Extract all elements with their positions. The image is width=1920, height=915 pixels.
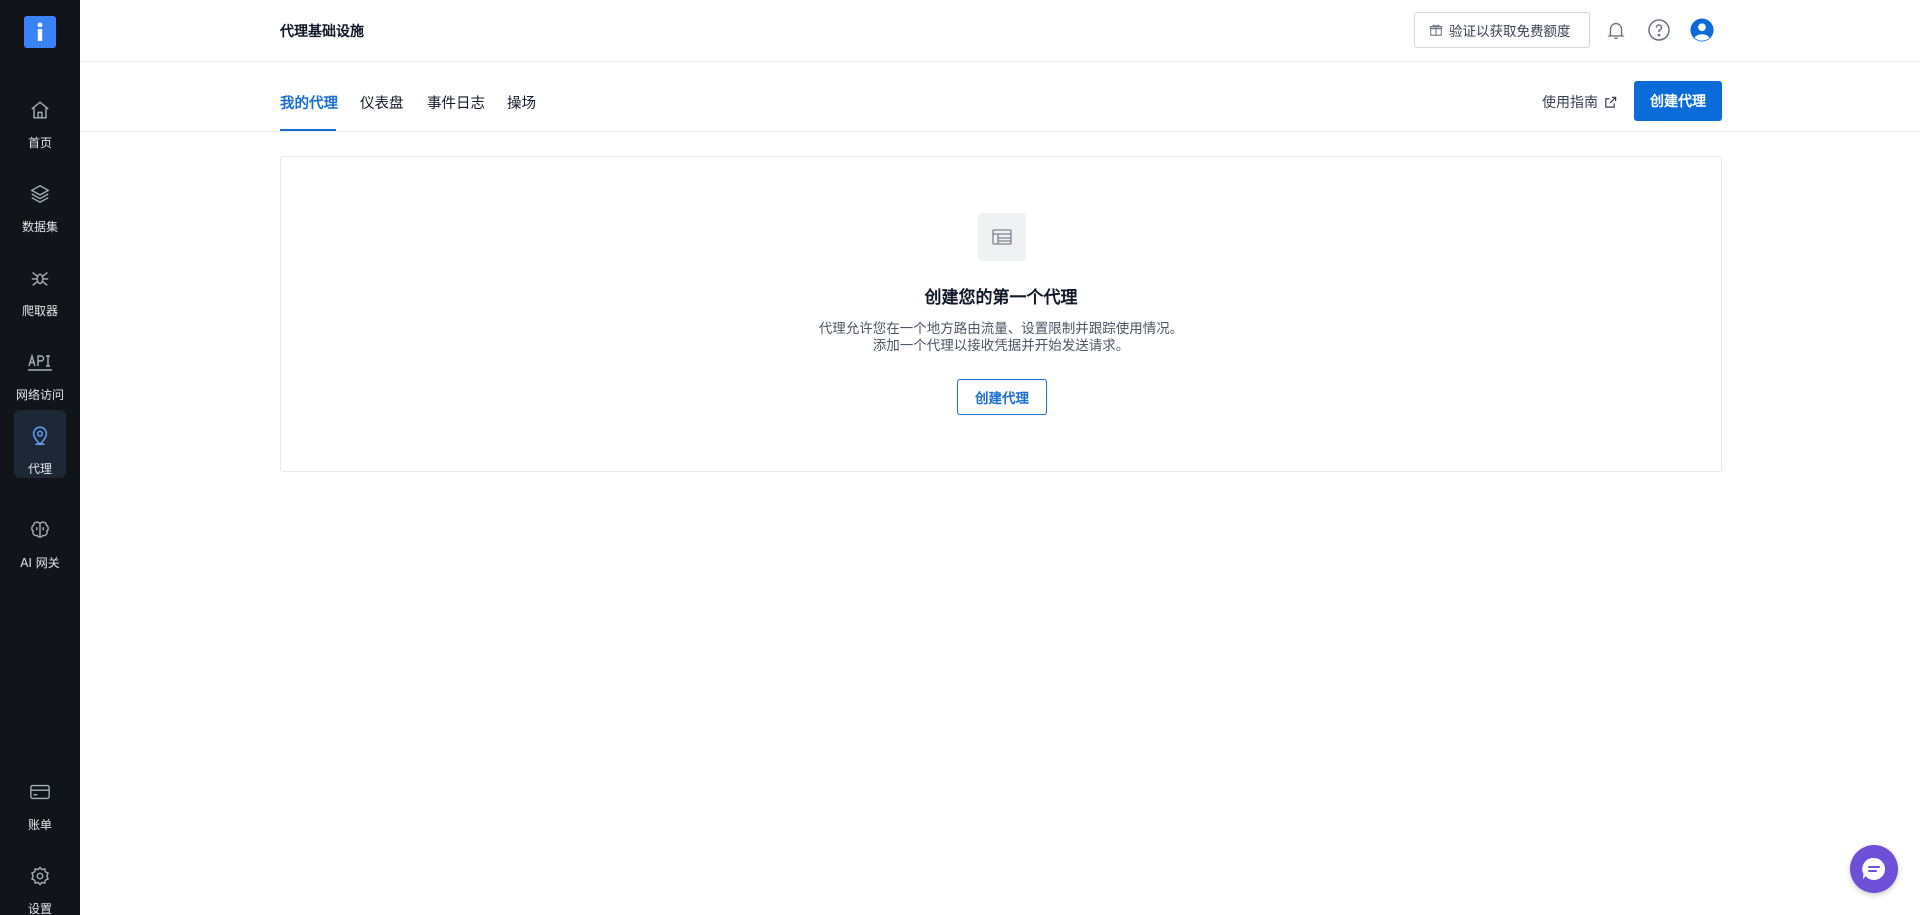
tab-event-log[interactable]: 事件日志 <box>427 92 485 113</box>
tab-my-proxies[interactable]: 我的代理 <box>280 92 338 113</box>
sidebar-item-label: 首页 <box>27 136 52 150</box>
sidebar-item-home[interactable]: 首页 <box>14 84 66 152</box>
sidebar-item-label: AI 网关 <box>20 556 60 570</box>
tab-playground[interactable]: 操场 <box>507 92 536 113</box>
chat-bubble-icon <box>1862 857 1885 880</box>
usage-guide-link[interactable]: 使用指南 <box>1542 92 1617 112</box>
user-avatar-icon[interactable] <box>1690 18 1714 42</box>
tab-dashboard[interactable]: 仪表盘 <box>360 92 404 113</box>
brain-icon <box>31 521 49 538</box>
page-title: 代理基础设施 <box>280 24 364 40</box>
empty-state-card: 创建您的第一个代理 代理允许您在一个地方路由流量、设置限制并跟踪使用情况。 添加… <box>280 156 1722 472</box>
create-proxy-button[interactable]: 创建代理 <box>1634 81 1722 121</box>
active-tab-indicator <box>280 129 336 131</box>
sidebar-item-ai-gateway[interactable]: AI 网关 <box>14 504 66 572</box>
sidebar-item-settings[interactable]: 设置 <box>14 850 66 915</box>
usage-guide-label: 使用指南 <box>1542 95 1598 111</box>
spider-icon <box>31 271 49 286</box>
table-list-icon <box>978 213 1026 261</box>
sidebar-item-proxies[interactable]: 代理 <box>14 410 66 478</box>
sidebar-item-label: 网络访问 <box>15 388 64 402</box>
sidebar-item-label: 设置 <box>27 902 52 915</box>
empty-state-description: 代理允许您在一个地方路由流量、设置限制并跟踪使用情况。 添加一个代理以接收凭据并… <box>281 321 1721 355</box>
api-icon <box>28 353 52 371</box>
empty-state-title: 创建您的第一个代理 <box>924 288 1078 308</box>
layers-icon <box>30 184 50 204</box>
empty-state-description-line: 添加一个代理以接收凭据并开始发送请求。 <box>872 338 1130 354</box>
info-logo-icon <box>37 22 43 41</box>
sidebar: 首页 数据集 爬取器 网络访问 代理 AI 网关 账单 设置 <box>0 0 80 915</box>
tabs-bar: 我的代理 仪表盘 事件日志 操场 使用指南 创建代理 <box>80 62 1920 132</box>
sidebar-item-billing[interactable]: 账单 <box>14 766 66 834</box>
sidebar-item-web-access[interactable]: 网络访问 <box>14 336 66 404</box>
gear-icon <box>31 866 49 886</box>
sidebar-item-label: 账单 <box>27 818 52 832</box>
gift-icon <box>1429 23 1443 37</box>
notifications-bell-icon[interactable] <box>1604 18 1628 42</box>
billing-card-icon <box>30 784 50 800</box>
chat-support-button[interactable] <box>1850 845 1898 893</box>
empty-state-description-line: 代理允许您在一个地方路由流量、设置限制并跟踪使用情况。 <box>818 321 1184 337</box>
sidebar-item-label: 数据集 <box>21 220 58 234</box>
verify-button-label: 验证以获取免费额度 <box>1449 24 1571 40</box>
sidebar-item-datasets[interactable]: 数据集 <box>14 168 66 236</box>
external-link-icon <box>1604 96 1617 109</box>
sidebar-item-scrapers[interactable]: 爬取器 <box>14 252 66 320</box>
sidebar-item-label: 爬取器 <box>21 304 58 318</box>
location-pin-icon <box>32 426 48 446</box>
help-question-icon[interactable] <box>1647 18 1671 42</box>
top-header: 代理基础设施 验证以获取免费额度 <box>80 0 1920 62</box>
verify-free-credit-button[interactable]: 验证以获取免费额度 <box>1414 12 1590 48</box>
home-icon <box>31 101 49 119</box>
sidebar-item-label: 代理 <box>27 462 52 476</box>
app-logo[interactable] <box>24 16 56 48</box>
create-proxy-empty-button[interactable]: 创建代理 <box>957 379 1047 415</box>
